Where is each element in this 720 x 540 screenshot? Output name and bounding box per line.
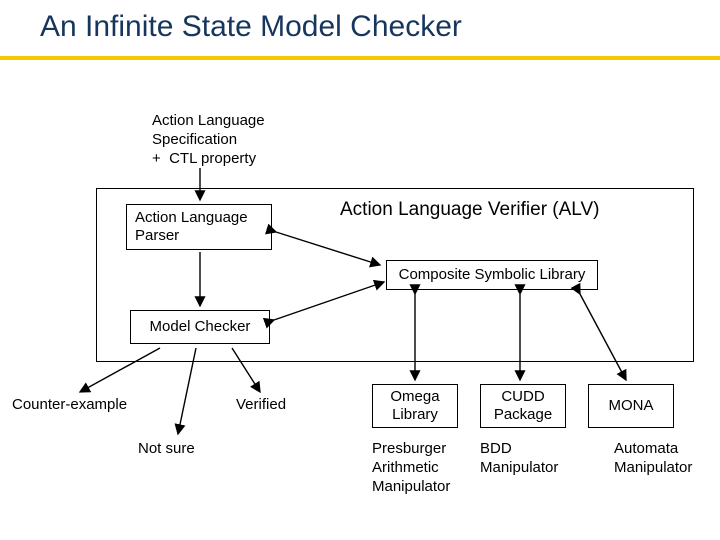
output-not-sure: Not sure xyxy=(138,440,195,459)
cudd-box: CUDD Package xyxy=(480,384,566,428)
input-spec-text: Action Language Specification + CTL prop… xyxy=(152,112,265,168)
parser-box: Action Language Parser xyxy=(126,204,272,250)
csl-box: Composite Symbolic Library xyxy=(386,260,598,290)
model-checker-box: Model Checker xyxy=(130,310,270,344)
output-counter-example: Counter-example xyxy=(12,396,127,415)
title-underline xyxy=(0,56,720,60)
output-verified: Verified xyxy=(236,396,286,415)
slide-title: An Infinite State Model Checker xyxy=(40,10,462,44)
omega-desc: Presburger Arithmetic Manipulator xyxy=(372,440,450,496)
mona-box: MONA xyxy=(588,384,674,428)
omega-box: Omega Library xyxy=(372,384,458,428)
mona-desc: Automata Manipulator xyxy=(614,440,692,478)
cudd-desc: BDD Manipulator xyxy=(480,440,558,478)
alv-label: Action Language Verifier (ALV) xyxy=(340,198,599,222)
